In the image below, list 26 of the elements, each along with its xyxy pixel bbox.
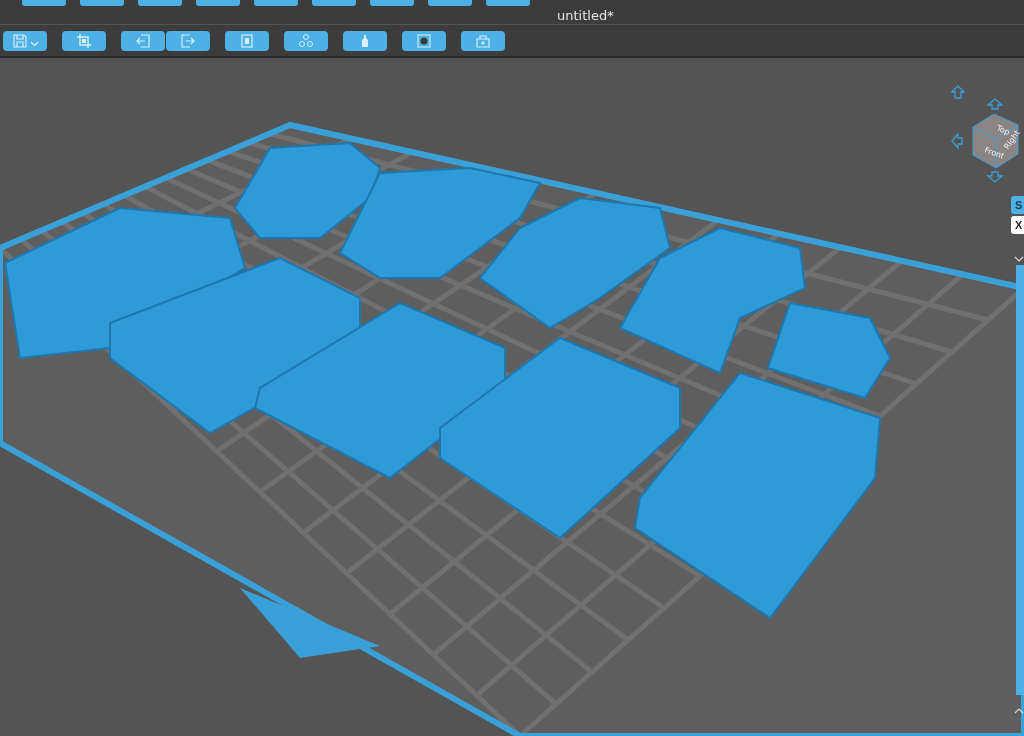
toolbar-button[interactable] xyxy=(225,30,269,51)
frame-icon xyxy=(76,32,92,49)
arrow-left-icon[interactable] xyxy=(951,132,963,150)
export-icon xyxy=(180,32,196,49)
view-cube[interactable] xyxy=(972,113,1019,169)
layer-slider[interactable] xyxy=(1016,265,1024,695)
toolbar-button[interactable] xyxy=(343,30,387,51)
square-icon xyxy=(416,32,432,49)
toolbar-button[interactable] xyxy=(62,30,106,51)
circles-icon xyxy=(298,32,314,49)
side-tab[interactable]: X xyxy=(1011,216,1024,234)
toolbar-button[interactable] xyxy=(402,30,446,51)
toolbar-button[interactable] xyxy=(284,30,328,51)
toolbar-button[interactable] xyxy=(461,30,505,51)
caret-icon xyxy=(29,40,39,47)
chevron-down-icon[interactable] xyxy=(1014,256,1024,262)
toolbar-button[interactable] xyxy=(3,30,47,51)
arrow-up-icon[interactable] xyxy=(986,98,1004,110)
document-icon xyxy=(239,32,255,49)
side-tab[interactable]: S xyxy=(1011,196,1024,214)
toolbar-button[interactable] xyxy=(166,30,210,51)
import-icon xyxy=(135,32,151,49)
window-title: untitled* xyxy=(557,7,614,23)
chevron-up-icon[interactable] xyxy=(1014,708,1024,714)
arrow-down-icon[interactable] xyxy=(986,171,1004,183)
toolbar-button[interactable] xyxy=(121,30,165,51)
